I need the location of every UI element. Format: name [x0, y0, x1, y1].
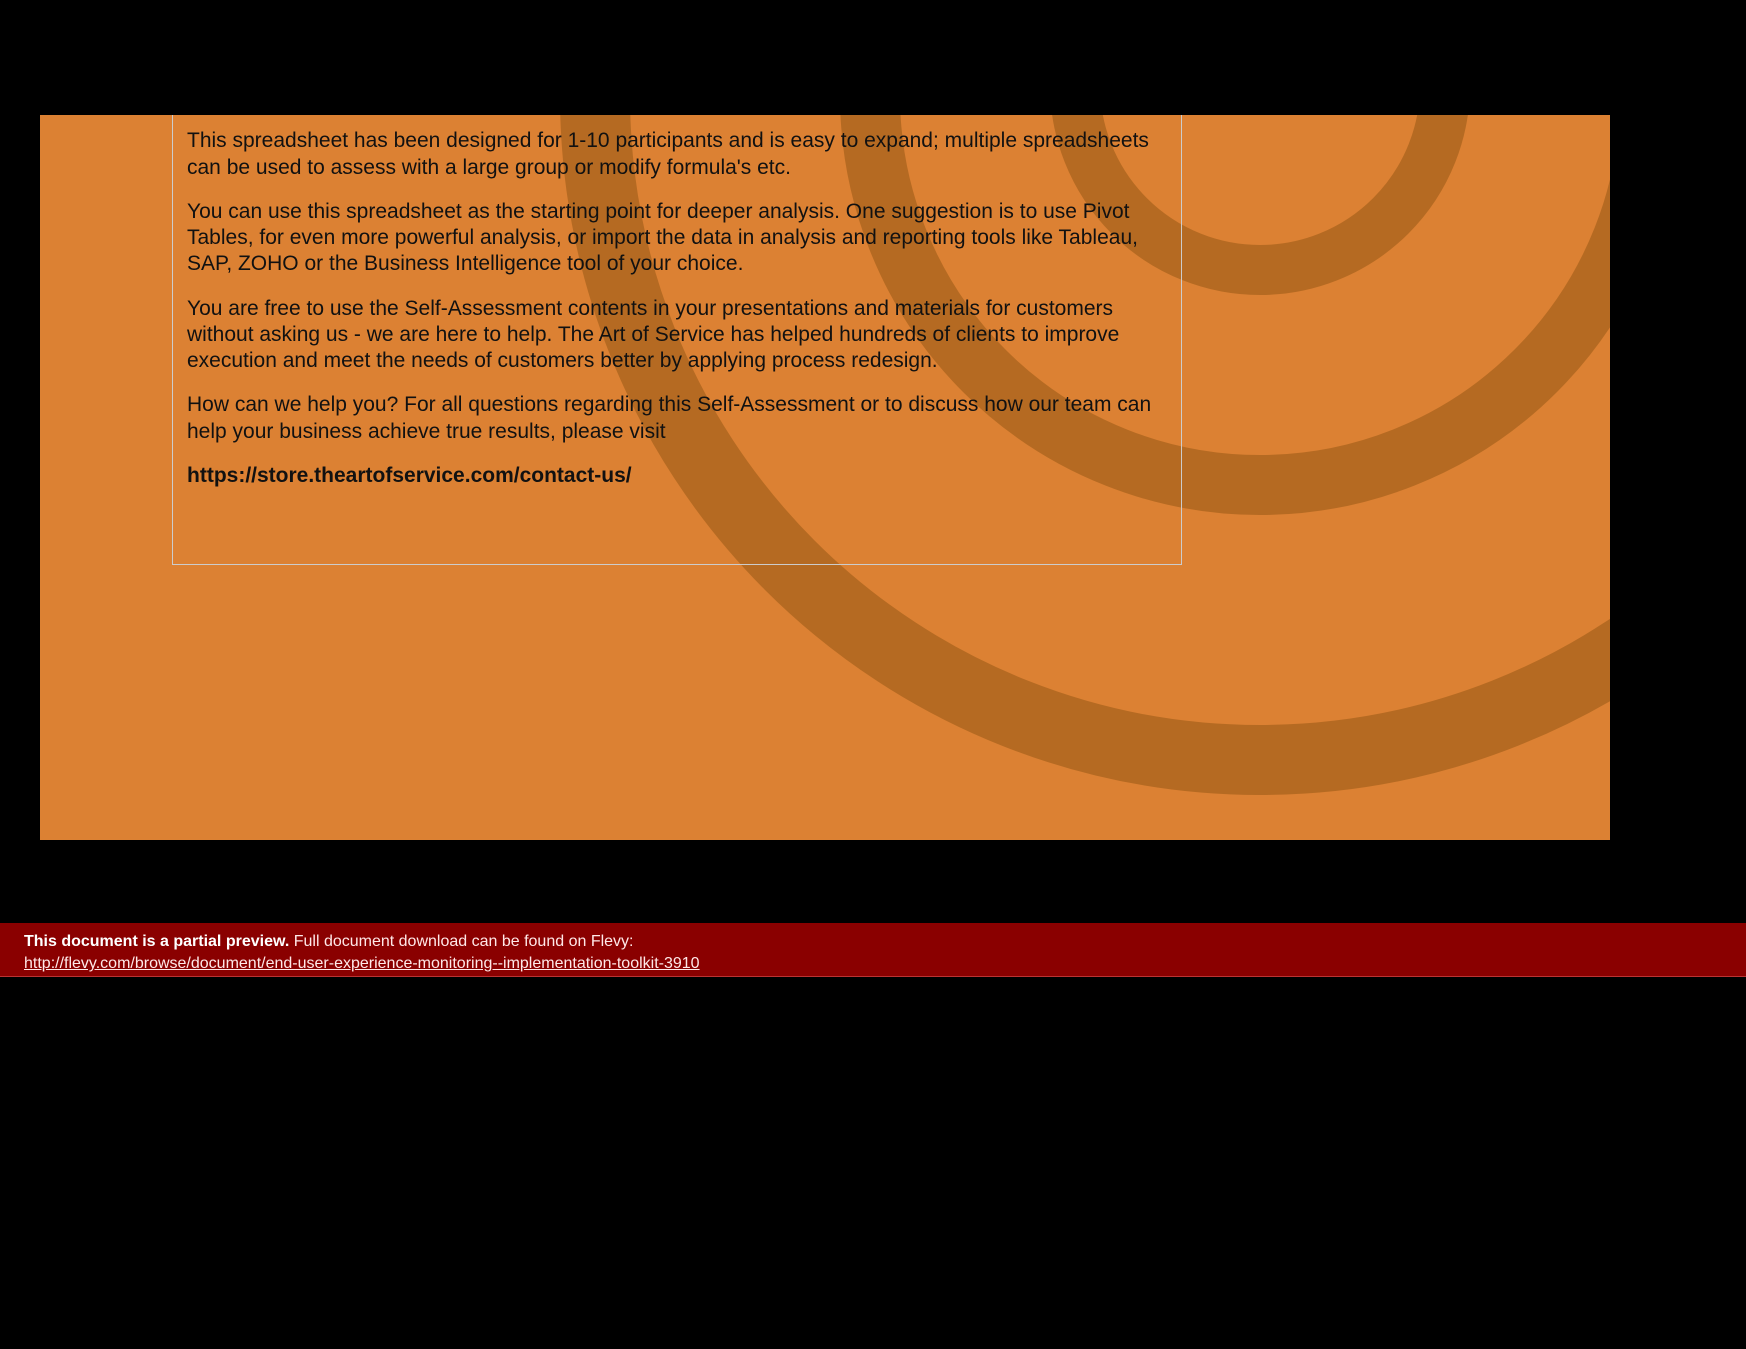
preview-footer: This document is a partial preview. Full… — [0, 923, 1746, 977]
paragraph-help: How can we help you? For all questions r… — [187, 392, 1167, 445]
document-page: areas where improvements can be made. Th… — [40, 115, 1610, 840]
paragraph-free-use: You are free to use the Self-Assessment … — [187, 296, 1167, 375]
footer-notice-rest: Full document download can be found on F… — [294, 933, 634, 950]
contact-url: https://store.theartofservice.com/contac… — [187, 463, 1167, 489]
content-textbox: areas where improvements can be made. Th… — [172, 115, 1182, 565]
paragraph-participants: This spreadsheet has been designed for 1… — [187, 128, 1167, 181]
footer-notice-bold: This document is a partial preview. — [24, 933, 289, 950]
footer-link[interactable]: http://flevy.com/browse/document/end-use… — [24, 955, 700, 972]
paragraph-pivot: You can use this spreadsheet as the star… — [187, 199, 1167, 278]
